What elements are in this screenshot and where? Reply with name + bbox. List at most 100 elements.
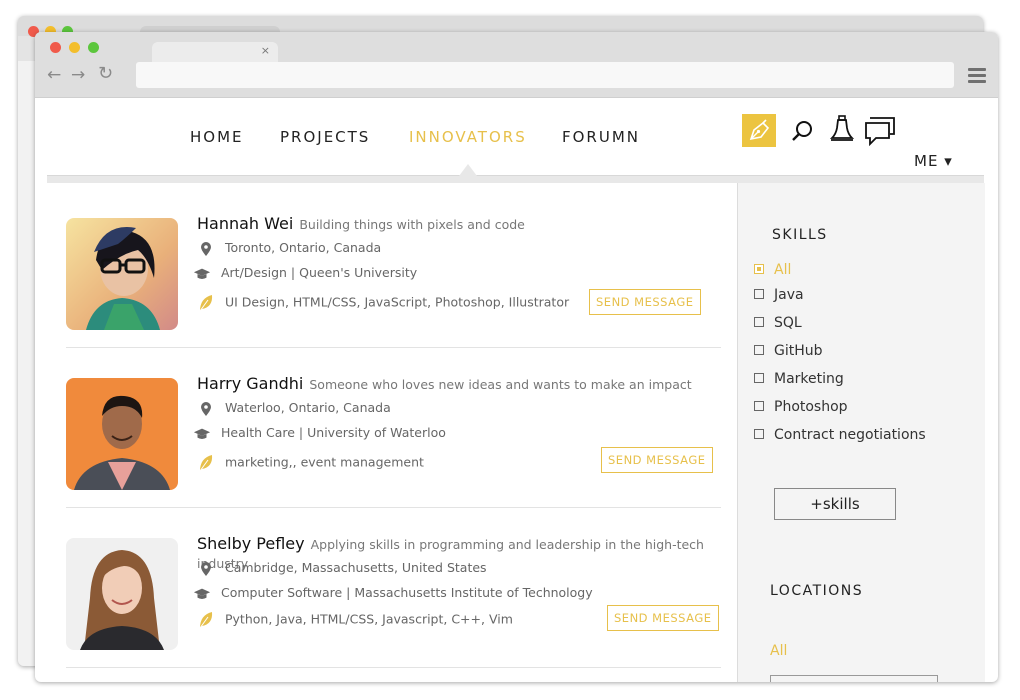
skill-label: Java [774, 287, 804, 303]
skill-filter-sql[interactable]: SQL [754, 315, 802, 331]
checkbox-icon[interactable] [754, 317, 764, 327]
location-pin-icon [201, 561, 211, 576]
tab-close-icon[interactable]: × [261, 44, 270, 57]
skill-filter-contract-negotiations[interactable]: Contract negotiations [754, 427, 926, 443]
search-icon[interactable] [791, 119, 815, 143]
skill-label: Photoshop [774, 399, 848, 415]
checkbox-icon[interactable] [754, 345, 764, 355]
leaf-icon [199, 455, 213, 472]
skill-label: Marketing [774, 371, 844, 387]
add-skills-button[interactable]: +skills [774, 488, 896, 520]
person-location: Toronto, Ontario, Canada [224, 240, 382, 255]
active-nav-caret [459, 164, 477, 176]
pen-icon[interactable] [742, 114, 776, 147]
person-location: Cambridge, Massachusetts, United States [224, 560, 487, 575]
list-divider [66, 667, 721, 668]
send-message-button[interactable]: SEND MESSAGE [589, 289, 701, 315]
nav-forum[interactable]: FORUMN [562, 128, 640, 146]
skill-filter-photoshop[interactable]: Photoshop [754, 399, 848, 415]
checkbox-icon[interactable] [754, 429, 764, 439]
location-filter-all[interactable]: All [770, 643, 787, 659]
person-tagline: Someone who loves new ideas and wants to… [309, 377, 692, 392]
person-education-row: Health Care | University of Waterloo [193, 425, 446, 441]
person-location: Waterloo, Ontario, Canada [224, 400, 391, 415]
list-item: Harry Gandhi Someone who loves new ideas … [47, 343, 737, 498]
forward-arrow-icon[interactable]: → [71, 65, 85, 85]
person-name[interactable]: Shelby Pefley [197, 534, 305, 553]
person-skills: Python, Java, HTML/CSS, Javascript, C++,… [224, 611, 513, 627]
person-skills-row: Python, Java, HTML/CSS, Javascript, C++,… [197, 611, 513, 629]
country-search-box [770, 675, 938, 682]
person-skills-row: marketing,, event management [197, 454, 424, 472]
location-pin-icon [201, 401, 211, 416]
avatar[interactable] [66, 218, 178, 330]
list-item: Shelby Pefley Applying skills in programm… [47, 503, 737, 658]
person-field: Computer Software | [220, 585, 351, 600]
browser-menu-icon[interactable] [968, 68, 986, 86]
checkbox-icon[interactable] [754, 264, 764, 274]
avatar[interactable] [66, 378, 178, 490]
person-school: Queen's University [299, 265, 418, 280]
person-field: Health Care | [220, 425, 304, 440]
skill-filter-github[interactable]: GitHub [754, 343, 823, 359]
header-divider [47, 175, 984, 183]
bell-icon[interactable] [830, 114, 854, 144]
send-message-button[interactable]: SEND MESSAGE [607, 605, 719, 631]
browser-chrome: × ← → ↻ [35, 32, 998, 98]
person-field: Art/Design | [220, 265, 296, 280]
nav-innovators[interactable]: INNOVATORS [409, 128, 527, 146]
person-name-line: Hannah Wei Building things with pixels an… [197, 214, 525, 233]
leaf-icon [199, 612, 213, 629]
innovators-list: Hannah Wei Building things with pixels an… [47, 183, 737, 682]
hannah-wei-photo [66, 218, 178, 330]
checkbox-icon[interactable] [754, 373, 764, 383]
checkbox-icon[interactable] [754, 401, 764, 411]
skills-heading: SKILLS [772, 227, 828, 243]
skill-filter-java[interactable]: Java [754, 287, 804, 303]
address-bar[interactable] [136, 62, 954, 88]
checkbox-icon[interactable] [754, 289, 764, 299]
graduation-cap-icon [193, 428, 211, 439]
person-school: Massachusetts Institute of Technology [354, 585, 593, 600]
skill-filter-all[interactable]: All [754, 262, 791, 278]
browser-tab[interactable]: × [152, 42, 278, 64]
graduation-cap-icon [193, 268, 211, 279]
window-zoom-button[interactable] [88, 42, 99, 53]
nav-projects[interactable]: PROJECTS [280, 128, 370, 146]
skill-label: All [774, 262, 792, 278]
browser-window: × ← → ↻ HOME PROJECTS INNOVATORS FORUMN … [35, 32, 998, 682]
graduation-cap-icon [193, 588, 211, 599]
person-name[interactable]: Harry Gandhi [197, 374, 303, 393]
person-location-row: Cambridge, Massachusetts, United States [197, 560, 487, 577]
back-arrow-icon[interactable]: ← [47, 65, 61, 85]
list-item: Hannah Wei Building things with pixels an… [47, 183, 737, 338]
person-school: University of Waterloo [307, 425, 446, 440]
filter-sidebar: SKILLS All Java SQL GitHub Marketing Pho… [737, 183, 985, 682]
person-location-row: Waterloo, Ontario, Canada [197, 400, 391, 417]
pen-icon-graphic [749, 119, 770, 141]
window-close-button[interactable] [50, 42, 61, 53]
person-skills: marketing,, event management [224, 454, 424, 470]
skill-label: SQL [774, 315, 802, 331]
location-pin-icon [201, 241, 211, 256]
avatar[interactable] [66, 538, 178, 650]
person-name[interactable]: Hannah Wei [197, 214, 293, 233]
window-minimize-button[interactable] [69, 42, 80, 53]
me-menu[interactable]: ME ▾ [914, 152, 953, 170]
person-location-row: Toronto, Ontario, Canada [197, 240, 381, 257]
person-name-line: Harry Gandhi Someone who loves new ideas … [197, 374, 692, 393]
locations-heading: LOCATIONS [770, 583, 864, 599]
shelby-pefley-photo [66, 538, 178, 650]
leaf-icon [199, 295, 213, 312]
nav-home[interactable]: HOME [190, 128, 244, 146]
chat-icon[interactable] [864, 116, 896, 146]
harry-gandhi-photo [66, 378, 178, 490]
person-education-row: Computer Software | Massachusetts Instit… [193, 585, 593, 601]
skill-label: Contract negotiations [774, 427, 926, 443]
skill-label: GitHub [774, 343, 823, 359]
skill-filter-marketing[interactable]: Marketing [754, 371, 844, 387]
reload-icon[interactable]: ↻ [98, 63, 113, 84]
send-message-button[interactable]: SEND MESSAGE [601, 447, 713, 473]
person-tagline: Building things with pixels and code [299, 217, 525, 232]
person-education-row: Art/Design | Queen's University [193, 265, 417, 281]
